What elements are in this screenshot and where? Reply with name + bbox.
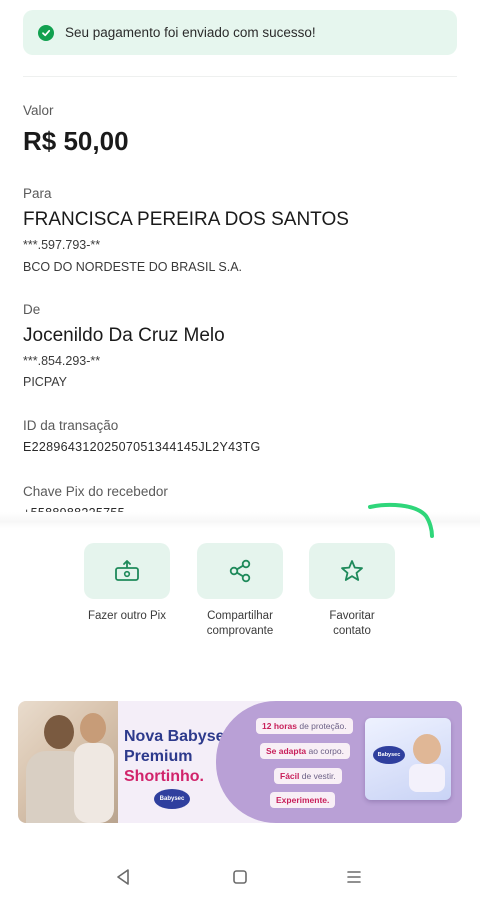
recipient-document: ***.597.793-** bbox=[23, 238, 101, 252]
ad-banner[interactable]: Nova Babysec Premium Shortinho. Babysec … bbox=[18, 701, 462, 823]
brand-logo: Babysec bbox=[154, 789, 190, 809]
share-receipt-button[interactable] bbox=[197, 543, 283, 599]
transaction-id-value: E22896431202507051344145JL2Y43TG bbox=[23, 440, 261, 454]
another-pix-button[interactable] bbox=[84, 543, 170, 599]
banner-tag-easy: Fácil de vestir. bbox=[274, 768, 342, 784]
toast-message: Seu pagamento foi enviado com sucesso! bbox=[65, 25, 316, 40]
transaction-id-label: ID da transação bbox=[23, 418, 119, 433]
success-toast: Seu pagamento foi enviado com sucesso! bbox=[23, 10, 457, 55]
sender-bank: PICPAY bbox=[23, 375, 67, 389]
menu-icon[interactable] bbox=[346, 868, 362, 886]
favorite-contact-label: Favoritar contato bbox=[329, 610, 375, 637]
recipient-bank: BCO DO NORDESTE DO BRASIL S.A. bbox=[23, 260, 243, 274]
star-icon bbox=[341, 560, 363, 581]
banner-tag-adapts: Se adapta ao corpo. bbox=[260, 743, 350, 759]
share-icon bbox=[229, 559, 251, 583]
another-pix-label: Fazer outro Pix bbox=[88, 610, 166, 622]
recipient-label: Para bbox=[23, 186, 52, 201]
sender-document: ***.854.293-** bbox=[23, 354, 101, 368]
check-icon bbox=[38, 24, 54, 41]
recipient-name: FRANCISCA PEREIRA DOS SANTOS bbox=[23, 209, 349, 230]
sender-name: Jocenildo Da Cruz Melo bbox=[23, 325, 225, 346]
pix-key-label: Chave Pix do recebedor bbox=[23, 484, 168, 499]
banner-tag-try: Experimente. bbox=[270, 792, 336, 808]
sender-label: De bbox=[23, 302, 41, 317]
favorite-contact-button[interactable] bbox=[309, 543, 395, 599]
amount-label: Valor bbox=[23, 103, 54, 118]
amount-value: R$ 50,00 bbox=[23, 126, 129, 156]
share-receipt-label: Compartilhar comprovante bbox=[206, 610, 274, 637]
payment-receipt-screen: Seu pagamento foi enviado com sucesso! V… bbox=[0, 0, 480, 906]
annotation-stroke bbox=[368, 502, 434, 538]
divider bbox=[23, 76, 457, 77]
product-pack-image: Babysec bbox=[365, 718, 451, 800]
banner-photo bbox=[18, 701, 118, 823]
banner-tag-protection: 12 horas de proteção. bbox=[256, 718, 353, 734]
home-icon[interactable] bbox=[232, 868, 248, 886]
pix-transfer-icon bbox=[115, 560, 139, 581]
back-icon[interactable] bbox=[115, 868, 131, 886]
